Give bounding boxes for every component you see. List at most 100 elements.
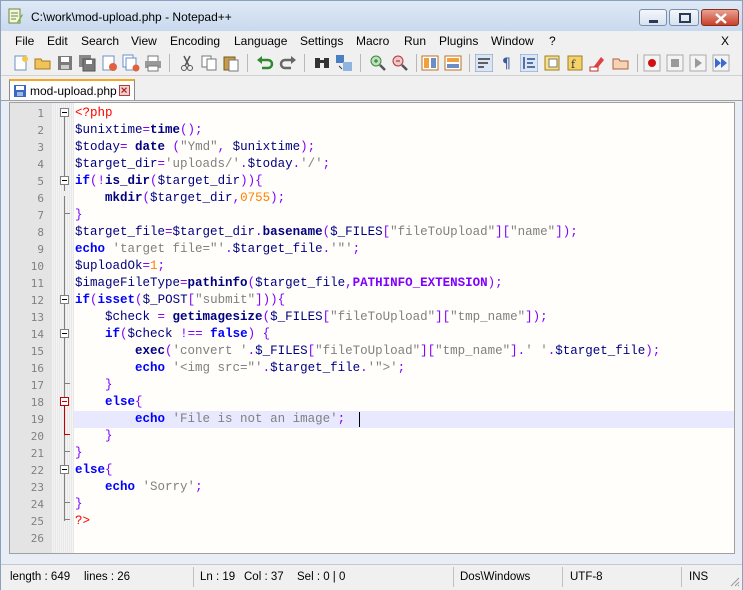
menu-help[interactable]: ? [549,34,556,48]
code-line[interactable]: $imageFileType=pathinfo($target_file,PAT… [75,275,503,292]
code-token: 0755 [240,191,271,205]
code-line[interactable]: echo 'File is not an image'; [75,411,345,428]
code-token: ][ [435,310,451,324]
redo-icon[interactable] [279,54,297,72]
status-eol[interactable]: Dos\Windows [460,569,530,585]
save-all-icon[interactable] [78,54,96,72]
fold-marker-current[interactable] [60,397,69,406]
status-divider [453,567,454,587]
code-line[interactable]: $check = getimagesize($_FILES["fileToUpl… [75,309,548,326]
close-document-button[interactable]: X [721,34,729,48]
document-map-icon[interactable] [543,54,561,72]
sync-vertical-icon[interactable] [421,54,439,72]
fold-marker[interactable] [60,295,69,304]
code-token: $target_file [255,276,346,290]
play-macro-icon[interactable] [689,54,707,72]
word-wrap-icon[interactable] [475,54,493,72]
code-line[interactable]: echo '<img src="'.$target_file.'">'; [75,360,405,377]
run-macro-multiple-icon[interactable] [712,54,730,72]
code-line[interactable]: exec('convert '.$_FILES["fileToUpload"][… [75,343,660,360]
menu-file[interactable]: File [15,34,34,48]
find-icon[interactable] [313,54,331,72]
code-line[interactable]: } [75,428,113,445]
menu-edit[interactable]: Edit [47,34,68,48]
fold-marker[interactable] [60,329,69,338]
title-bar[interactable]: C:\work\mod-upload.php - Notepad++ [1,1,742,31]
replace-icon[interactable] [335,54,353,72]
monitoring-icon[interactable] [612,54,630,72]
fold-marker[interactable] [60,465,69,474]
record-macro-icon[interactable] [643,54,661,72]
zoom-out-icon[interactable] [391,54,409,72]
code-line[interactable]: mkdir($target_dir,0755); [75,190,285,207]
zoom-in-icon[interactable] [369,54,387,72]
code-line[interactable]: if($check !== false) { [75,326,270,343]
menu-language[interactable]: Language [234,34,287,48]
code-token: = [157,157,166,171]
close-file-icon[interactable] [100,54,118,72]
sync-horizontal-icon[interactable] [444,54,462,72]
code-editor[interactable]: 1 2 3 4 5 6 7 8 9 10 11 12 13 14 15 16 17 18 19 20 21 22 23 24 2… [9,102,735,554]
code-line[interactable]: echo 'target file="'.$target_file.'"'; [75,241,360,258]
close-window-button[interactable] [701,9,739,26]
save-icon[interactable] [56,54,74,72]
code-line[interactable]: ?> [75,513,90,530]
status-insert-mode[interactable]: INS [689,569,708,585]
code-line[interactable]: } [75,207,83,224]
code-line[interactable]: else{ [75,462,113,479]
show-all-chars-icon[interactable]: ¶ [498,54,516,72]
code-line[interactable]: $uploadOk=1; [75,258,165,275]
code-line[interactable]: $unixtime=time(); [75,122,203,139]
code-line[interactable]: else{ [75,394,143,411]
code-line[interactable]: $today= date ("Ymd", $unixtime); [75,139,315,156]
line-number: 11 [30,277,44,290]
tab-close-icon[interactable] [119,85,130,96]
code-token: } [75,208,83,222]
code-token: ); [487,276,503,290]
minimize-icon [649,20,658,23]
new-file-icon[interactable] [12,54,30,72]
menu-encoding[interactable]: Encoding [170,34,220,48]
function-list-icon[interactable]: f [566,54,584,72]
undo-icon[interactable] [256,54,274,72]
menu-settings[interactable]: Settings [300,34,343,48]
code-line[interactable]: if(!is_dir($target_dir)){ [75,173,263,190]
copy-icon[interactable] [200,54,218,72]
code-line[interactable]: <?php [75,105,113,122]
code-token: $today [75,140,121,154]
code-line[interactable]: $target_file=$target_dir.basename($_FILE… [75,224,578,241]
code-line[interactable]: } [75,496,83,513]
code-token: . [240,157,248,171]
folder-workspace-icon[interactable] [589,54,607,72]
tab-mod-upload[interactable]: mod-upload.php [9,79,135,100]
code-line[interactable]: } [75,445,83,462]
menu-macro[interactable]: Macro [356,34,389,48]
code-line[interactable]: $target_dir='uploads/'.$today.'/'; [75,156,330,173]
menu-window[interactable]: Window [491,34,534,48]
open-file-icon[interactable] [34,54,52,72]
code-line[interactable]: echo 'Sorry'; [75,479,203,496]
indent-guide-icon[interactable] [520,54,538,72]
code-token: [ [322,310,331,324]
code-token: ); [300,140,316,154]
menu-plugins[interactable]: Plugins [439,34,478,48]
maximize-button[interactable] [669,9,699,26]
print-icon[interactable] [144,54,162,72]
code-line[interactable]: } [75,377,113,394]
resize-grip-icon[interactable] [728,575,740,587]
cut-icon[interactable] [178,54,196,72]
paste-icon[interactable] [222,54,240,72]
menu-run[interactable]: Run [404,34,426,48]
close-all-icon[interactable] [122,54,140,72]
code-line[interactable]: if(isset($_POST["submit"])){ [75,292,285,309]
status-encoding[interactable]: UTF-8 [570,569,603,585]
menu-view[interactable]: View [131,34,157,48]
stop-record-icon[interactable] [666,54,684,72]
code-token: "submit" [195,293,256,307]
fold-marker[interactable] [60,108,69,117]
code-token: [ [382,225,391,239]
menu-search[interactable]: Search [81,34,119,48]
minimize-button[interactable] [639,9,667,26]
fold-marker[interactable] [60,176,69,185]
